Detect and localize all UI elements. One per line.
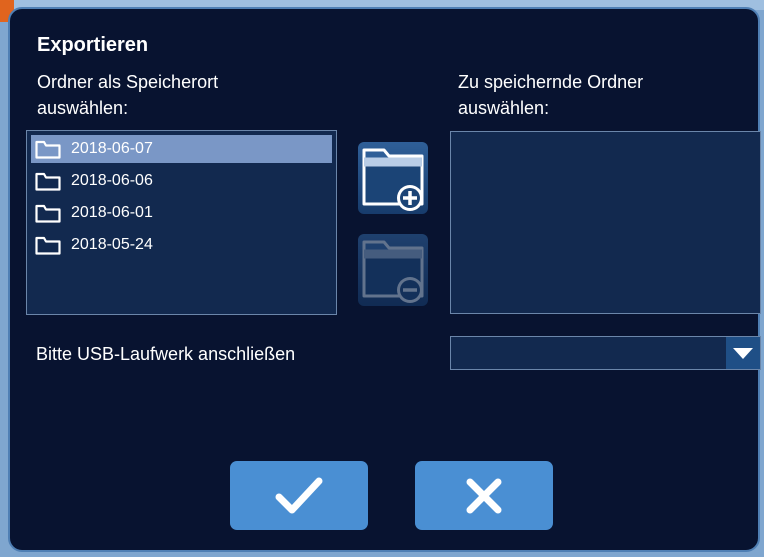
- close-icon: [466, 478, 502, 513]
- list-item[interactable]: 2018-05-24: [31, 231, 332, 259]
- source-folder-label: Ordner als Speicherort auswählen:: [37, 72, 219, 118]
- folder-icon: [35, 204, 61, 223]
- checkmark-icon: [275, 477, 323, 513]
- folder-icon: [35, 172, 61, 191]
- dialog-title: Exportieren: [37, 34, 149, 56]
- target-folder-list[interactable]: [450, 131, 761, 314]
- list-item-label: 2018-06-01: [71, 204, 153, 221]
- cancel-button[interactable]: [415, 461, 553, 530]
- list-item-label: 2018-06-07: [71, 140, 153, 157]
- list-item[interactable]: 2018-06-06: [31, 167, 332, 195]
- list-item[interactable]: 2018-06-01: [31, 199, 332, 227]
- folder-icon: [35, 236, 61, 255]
- dropdown-toggle[interactable]: [726, 337, 760, 369]
- list-item[interactable]: 2018-06-07: [31, 135, 332, 163]
- remove-folder-button[interactable]: [358, 234, 428, 306]
- add-folder-button[interactable]: [358, 142, 428, 214]
- usb-drive-select[interactable]: [450, 336, 761, 370]
- export-dialog: Exportieren Ordner als Speicherort auswä…: [8, 7, 761, 552]
- list-item-label: 2018-05-24: [71, 236, 153, 253]
- list-item-label: 2018-06-06: [71, 172, 153, 189]
- target-folder-label: Zu speichernde Ordner auswählen:: [458, 72, 644, 118]
- usb-drive-label: Bitte USB-Laufwerk anschließen: [36, 344, 296, 364]
- folder-add-icon: [362, 148, 424, 211]
- folder-remove-icon: [362, 240, 424, 303]
- folder-icon: [35, 140, 61, 159]
- confirm-button[interactable]: [230, 461, 368, 530]
- source-folder-list[interactable]: 2018-06-07 2018-06-06 2018-06-01 2018-05…: [26, 130, 337, 315]
- chevron-down-icon: [733, 347, 753, 359]
